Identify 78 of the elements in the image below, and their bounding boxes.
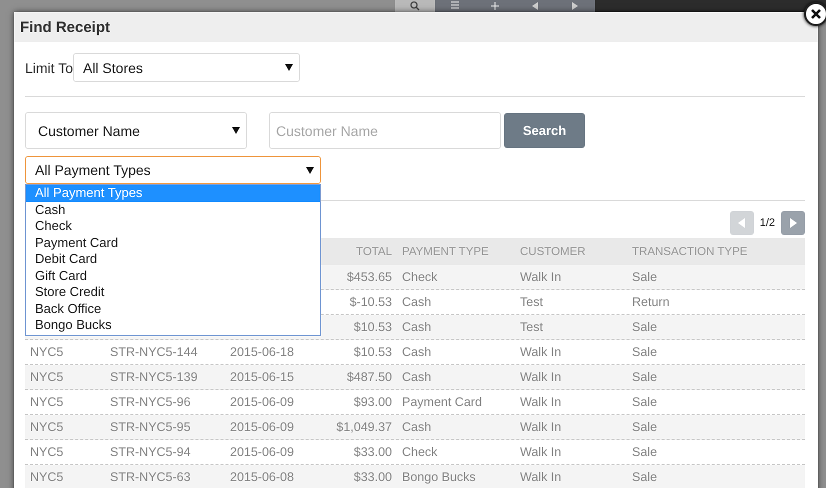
table-cell-text: Sale [631, 320, 658, 334]
table-cell-text: Sale [631, 345, 658, 359]
table-cell-text: 2015-06-08 [229, 470, 295, 484]
table-cell-text: Sale [631, 470, 658, 484]
left-arrow-icon [738, 218, 746, 228]
table-cell-text: 2015-06-09 [229, 420, 295, 434]
list-icon [451, 1, 459, 11]
table-cell-text: STR-NYC5-96 [109, 395, 192, 409]
table-cell-text: Payment Card [401, 395, 483, 409]
table-cell-text: NYC5 [29, 470, 64, 484]
table-cell-text: 2015-06-18 [229, 345, 295, 359]
next-page-button[interactable] [781, 211, 805, 235]
table-cell-text: Return [631, 295, 671, 309]
table-cell-text: NYC5 [29, 370, 64, 384]
table-cell-text: $1,049.37 [335, 420, 393, 434]
right-arrow-icon [790, 218, 796, 228]
table-cell-text: Walk In [519, 270, 562, 284]
table-cell-text: NYC5 [29, 420, 64, 434]
table-cell-text: STR-NYC5-63 [109, 470, 192, 484]
table-cell-text: 2015-06-09 [229, 445, 295, 459]
table-cell-text: Sale [631, 370, 658, 384]
table-cell-text: STR-NYC5-95 [109, 420, 192, 434]
table-cell-text: 2015-06-15 [229, 370, 295, 384]
table-cell-text: STR-NYC5-144 [109, 345, 199, 359]
table-cell-text: $93.00 [352, 395, 393, 409]
limit-label: Limit To [25, 60, 73, 76]
table-cell-text: NYC5 [29, 345, 64, 359]
column-header: PAYMENT TYPE [401, 246, 490, 258]
table-cell-text: NYC5 [29, 395, 64, 409]
table-cell-text: Walk In [519, 345, 562, 359]
table-cell-text: $33.00 [352, 445, 393, 459]
customer-name-field[interactable]: Customer Name [269, 112, 501, 149]
column-header: TOTAL [355, 246, 393, 258]
table-cell-text: Check [401, 270, 438, 284]
table-cell-text: Walk In [519, 370, 562, 384]
table-cell-text: $10.53 [352, 345, 393, 359]
table-cell-text: Cash [401, 420, 432, 434]
close-icon [811, 9, 821, 19]
table-cell-text: Bongo Bucks [401, 470, 477, 484]
table-cell-text: NYC5 [29, 445, 64, 459]
table-cell-text: 2015-06-09 [229, 395, 295, 409]
table-cell-text: Walk In [519, 395, 562, 409]
column-header: CUSTOMER [519, 246, 587, 258]
table-cell-text: $10.53 [352, 320, 393, 334]
add-icon [491, 1, 499, 11]
table-cell-text: Check [401, 445, 438, 459]
table-cell-text: STR-NYC5-139 [109, 370, 199, 384]
search-by-select[interactable]: Customer Name [25, 112, 247, 149]
store-select[interactable]: All Stores [72, 53, 300, 82]
page-indicator: 1/2 [760, 217, 775, 229]
column-header: TRANSACTION TYPE [631, 246, 748, 258]
table-cell-text: Walk In [519, 445, 562, 459]
table-cell-text: Sale [631, 445, 658, 459]
table-cell-text: Cash [401, 295, 432, 309]
table-cell-text: Sale [631, 420, 658, 434]
table-cell-text: Walk In [519, 420, 562, 434]
table-cell-text: $33.00 [352, 470, 393, 484]
table-cell-text: $487.50 [346, 370, 393, 384]
payment-type-select[interactable]: All Payment Types [25, 156, 321, 184]
table-cell-text: Sale [631, 270, 658, 284]
table-cell-text: $453.65 [346, 270, 393, 284]
left-arrow-icon [532, 2, 538, 10]
dialog-title: Find Receipt [20, 18, 110, 36]
table-cell-text: Test [519, 295, 544, 309]
table-cell-text: Cash [401, 320, 432, 334]
table-cell-text: $-10.53 [348, 295, 393, 309]
caret-icon [306, 166, 314, 174]
table-cell-text: Test [519, 320, 544, 334]
search-button[interactable]: Search [504, 113, 585, 148]
search-icon [410, 1, 420, 11]
table-cell-text: Sale [631, 395, 658, 409]
right-arrow-icon [572, 2, 578, 10]
table-cell-text: STR-NYC5-94 [109, 445, 192, 459]
caret-icon [232, 127, 240, 134]
table-cell-text: Cash [401, 345, 432, 359]
caret-icon [284, 64, 293, 71]
table-cell-text: Walk In [519, 470, 562, 484]
table-cell-text: Cash [401, 370, 432, 384]
